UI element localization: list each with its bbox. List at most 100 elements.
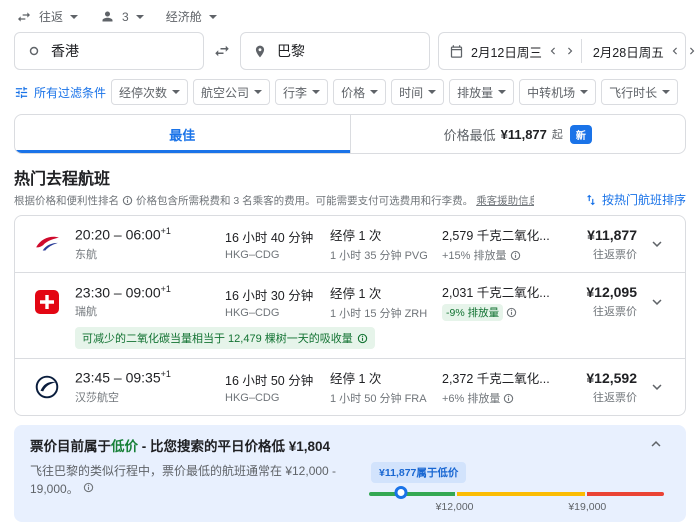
- caret-down-icon: [370, 90, 378, 94]
- filter-chip-emissions[interactable]: 排放量: [449, 79, 514, 105]
- insights-low-price-highlight: 低价: [111, 439, 138, 454]
- china-eastern-logo-icon: [29, 231, 65, 257]
- expand-flight-button[interactable]: [643, 235, 671, 253]
- all-filters-label: 所有过滤条件: [34, 84, 106, 101]
- tab-best[interactable]: 最佳: [15, 115, 350, 153]
- flight-row[interactable]: 20:20 – 06:00+1 东航 16 小时 40 分钟 HKG–CDG 经…: [15, 216, 685, 273]
- filter-chip-duration[interactable]: 飞行时长: [601, 79, 678, 105]
- price-history-slider: ¥11,877属于低价 ¥12,000 ¥19,000: [369, 462, 664, 514]
- passenger-icon: [100, 9, 115, 24]
- insights-title-suffix: - 比您搜索的平日价格低 ¥1,804: [138, 439, 330, 454]
- airline-name: 汉莎航空: [75, 389, 225, 405]
- all-filters-button[interactable]: 所有过滤条件: [14, 84, 106, 101]
- chevron-down-icon: [648, 378, 666, 396]
- filter-chip-stops[interactable]: 经停次数: [111, 79, 188, 105]
- cabin-class-select[interactable]: 经济舱: [166, 8, 217, 25]
- filter-chip-bags[interactable]: 行李: [275, 79, 328, 105]
- chip-label: 经停次数: [119, 84, 167, 101]
- info-icon[interactable]: [503, 393, 514, 404]
- tab-cheapest[interactable]: 价格最低 ¥11,877 起 新: [350, 115, 686, 153]
- high-price-segment: [587, 492, 664, 496]
- low-price-segment: [369, 492, 455, 496]
- flight-price: ¥12,592 往返票价: [572, 370, 637, 405]
- departure-date-previous-button[interactable]: [545, 39, 562, 63]
- info-icon[interactable]: [357, 333, 368, 344]
- current-price-tooltip: ¥11,877属于低价: [371, 462, 466, 483]
- chevron-right-icon: [685, 44, 699, 58]
- passenger-assistance-link[interactable]: 乘客援助信息。: [476, 193, 534, 208]
- price-value: ¥11,877: [572, 227, 637, 243]
- eco-savings-banner: 可减少的二氧化碳当量相当于 12,479 棵树一天的吸收量: [75, 327, 375, 349]
- flight-stops: 经停 1 次 1 小时 35 分钟 PVG: [330, 225, 442, 263]
- info-icon[interactable]: [122, 195, 133, 206]
- sort-by-button[interactable]: 按热门航班排序: [584, 191, 686, 208]
- departure-date[interactable]: 2月12日周三: [441, 39, 581, 63]
- high-price-label: ¥19,000: [568, 501, 606, 513]
- eco-savings-text: 可减少的二氧化碳当量相当于 12,479 棵树一天的吸收量: [82, 330, 353, 346]
- search-row: 香港 巴黎 2月12日周三 2月28日周五: [14, 32, 686, 70]
- passengers-select[interactable]: 3: [100, 9, 144, 24]
- filter-chip-airlines[interactable]: 航空公司: [193, 79, 270, 105]
- flight-row[interactable]: 23:45 – 09:35+1 汉莎航空 16 小时 50 分钟 HKG–CDG…: [15, 359, 685, 415]
- destination-field[interactable]: 巴黎: [240, 32, 430, 70]
- expand-flight-button[interactable]: [643, 293, 671, 311]
- origin-value: 香港: [51, 41, 79, 61]
- flight-row[interactable]: 23:30 – 09:00+1 瑞航 16 小时 30 分钟 HKG–CDG 经…: [15, 273, 685, 359]
- tab-cheapest-label: 价格最低: [444, 125, 496, 144]
- departure-date-value: 2月12日周三: [468, 42, 545, 61]
- caret-down-icon: [136, 15, 144, 19]
- departure-arrival-times: 20:20 – 06:00: [75, 227, 161, 243]
- info-icon[interactable]: [506, 307, 517, 318]
- tab-cheapest-suffix: 起: [552, 126, 563, 142]
- return-date[interactable]: 2月28日周五: [581, 39, 700, 63]
- info-icon[interactable]: [83, 482, 94, 493]
- caret-down-icon: [580, 90, 588, 94]
- trip-type-select[interactable]: 往返: [16, 8, 78, 25]
- flight-emissions: 2,031 千克二氧化... -9% 排放量: [442, 282, 572, 321]
- rank-note: 根据价格和便利性排名: [14, 193, 119, 208]
- price-range-text: 飞往巴黎的类似行程中，票价最低的航班通常在 ¥12,000 - 19,000。: [30, 464, 336, 496]
- collapse-insights-button[interactable]: [642, 435, 670, 453]
- plus-days: +1: [161, 226, 171, 236]
- current-price-marker[interactable]: [395, 486, 408, 499]
- filter-chip-connecting-airports[interactable]: 中转机场: [519, 79, 596, 105]
- tab-cheapest-price: ¥11,877: [501, 127, 547, 142]
- co2-value: 2,372 千克二氧化...: [442, 368, 572, 387]
- low-price-label: ¥12,000: [436, 501, 474, 513]
- tab-best-label: 最佳: [169, 125, 195, 144]
- flight-duration: 16 小时 50 分钟 HKG–CDG: [225, 370, 330, 404]
- emission-percent: +15% 排放量: [442, 247, 507, 263]
- stops-value: 经停 1 次: [330, 283, 442, 302]
- trip-options-bar: 往返 3 经济舱: [14, 6, 686, 32]
- filter-chip-times[interactable]: 时间: [391, 79, 444, 105]
- chip-label: 飞行时长: [609, 84, 657, 101]
- filter-chip-price[interactable]: 价格: [333, 79, 386, 105]
- expand-flight-button[interactable]: [643, 378, 671, 396]
- layover-value: 1 小时 50 分钟 FRA: [330, 390, 442, 406]
- flight-times: 20:20 – 06:00+1 东航: [75, 226, 225, 262]
- chip-label: 中转机场: [527, 84, 575, 101]
- flight-times: 23:45 – 09:35+1 汉莎航空: [75, 369, 225, 405]
- duration-value: 16 小时 50 分钟: [225, 370, 330, 389]
- origin-circle-icon: [27, 44, 41, 58]
- chip-label: 排放量: [457, 84, 493, 101]
- flight-row-columns: 20:20 – 06:00+1 东航 16 小时 40 分钟 HKG–CDG 经…: [29, 225, 671, 263]
- swap-horizontal-icon: [213, 42, 231, 60]
- filters-bar: 所有过滤条件 经停次数 航空公司 行李 价格 时间 排放量 中转机场 飞行时长: [14, 79, 686, 105]
- airline-name: 东航: [75, 246, 225, 262]
- return-date-previous-button[interactable]: [667, 39, 684, 63]
- flight-price: ¥12,095 往返票价: [572, 284, 637, 319]
- swap-origin-destination-button[interactable]: [210, 39, 234, 63]
- return-date-next-button[interactable]: [684, 39, 700, 63]
- layover-value: 1 小时 35 分钟 PVG: [330, 247, 442, 263]
- info-icon[interactable]: [510, 250, 521, 261]
- section-title: 热门去程航班: [14, 165, 534, 189]
- caret-down-icon: [312, 90, 320, 94]
- origin-field[interactable]: 香港: [14, 32, 204, 70]
- departure-date-next-button[interactable]: [562, 39, 579, 63]
- plus-days: +1: [161, 369, 171, 379]
- price-insights-title: 票价目前属于低价 - 比您搜索的平日价格低 ¥1,804: [30, 435, 330, 455]
- flight-price: ¥11,877 往返票价: [572, 227, 637, 262]
- duration-value: 16 小时 30 分钟: [225, 285, 330, 304]
- swiss-logo-icon: [29, 290, 65, 314]
